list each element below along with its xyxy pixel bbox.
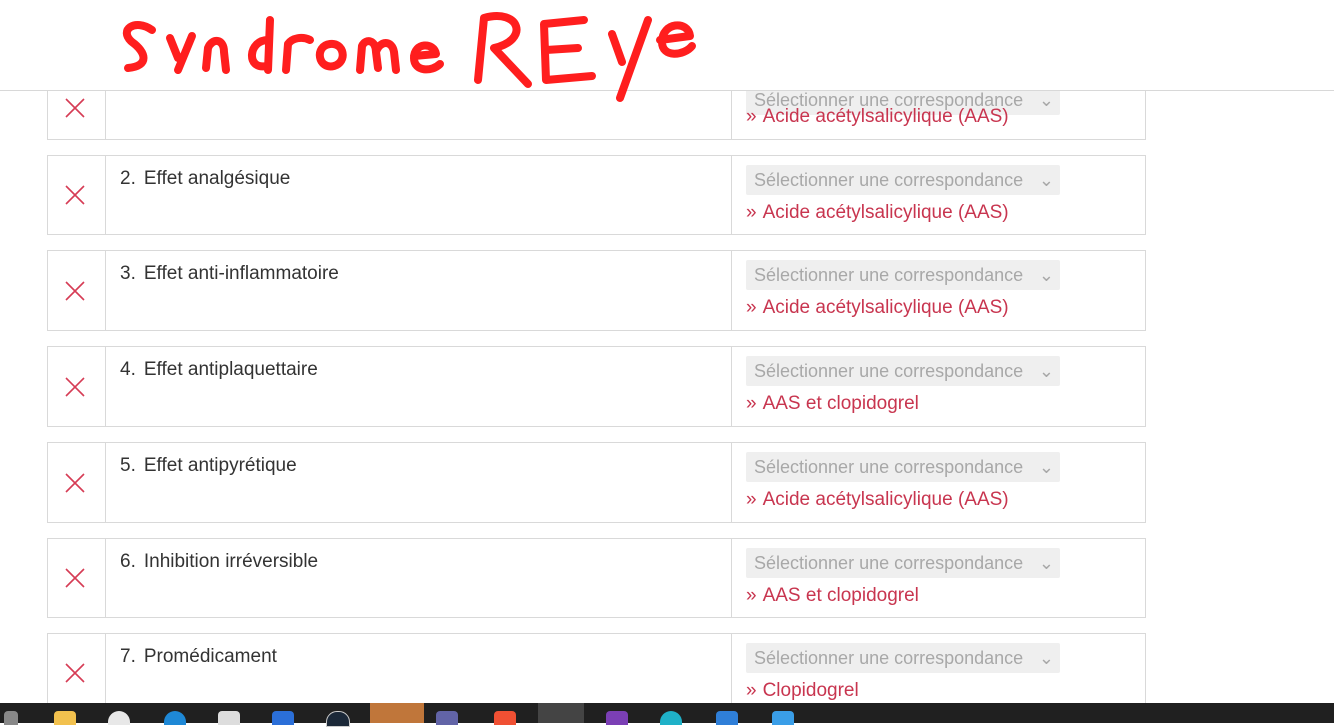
match-row-5: 5. Effet antipyrétique Sélectionner une c… [47, 442, 1146, 523]
chevron-down-icon: ⌄ [1038, 170, 1054, 190]
chevron-down-icon: ⌄ [1038, 265, 1054, 285]
chevron-down-icon: ⌄ [1038, 361, 1054, 381]
chevron-down-icon: ⌄ [1038, 457, 1054, 477]
spotify-icon[interactable] [370, 703, 424, 723]
question-text: 5. Effet antipyrétique [120, 455, 297, 476]
windows-taskbar [0, 703, 1334, 727]
match-select[interactable]: Sélectionner une correspondance ⌄ [746, 356, 1060, 386]
answer-cell: Sélectionner une correspondance ⌄ » Clopid… [731, 634, 1145, 712]
match-select[interactable]: Sélectionner une correspondance ⌄ [746, 452, 1060, 482]
correct-answer: » Clopidogrel [746, 680, 859, 701]
correct-answer: » Acide acétylsalicylique (AAS) [746, 106, 1009, 127]
question-text: 7. Promédicament [120, 646, 277, 667]
match-row-3: 3. Effet anti-inflammatoire Sélectionner … [47, 250, 1146, 331]
double-chevron-icon: » [746, 106, 757, 127]
incorrect-mark [48, 347, 106, 426]
close-icon [65, 472, 85, 493]
incorrect-mark [48, 443, 106, 522]
question-text: 6. Inhibition irréversible [120, 551, 319, 572]
double-chevron-icon: » [746, 585, 757, 606]
answer-cell: Sélectionner une correspondance ⌄ » AAS et… [731, 539, 1145, 617]
close-icon [65, 185, 85, 205]
correct-answer: » Acide acétylsalicylique (AAS) [746, 297, 1009, 318]
double-chevron-icon: » [746, 393, 757, 414]
double-chevron-icon: » [746, 297, 757, 318]
incorrect-mark [48, 156, 106, 234]
answer-cell: Sélectionner une correspondance ⌄ » Acide … [731, 443, 1145, 522]
match-select[interactable]: Sélectionner une correspondance ⌄ [746, 643, 1060, 673]
steam-icon[interactable] [326, 711, 350, 727]
double-chevron-icon: » [746, 202, 757, 223]
powerpoint-icon[interactable] [538, 703, 584, 723]
close-icon [65, 568, 85, 588]
match-select[interactable]: Sélectionner une correspondance ⌄ [746, 260, 1060, 290]
match-row-4: 4. Effet antiplaquettaire Sélectionner un… [47, 346, 1146, 427]
chevron-down-icon: ⌄ [1038, 553, 1054, 573]
double-chevron-icon: » [746, 489, 757, 510]
close-icon [65, 376, 85, 397]
annotation-band [0, 0, 1334, 91]
incorrect-mark [48, 634, 106, 712]
match-row-7: 7. Promédicament Sélectionner une corresp… [47, 633, 1146, 713]
match-select[interactable]: Sélectionner une correspondance ⌄ [746, 548, 1060, 578]
question-text: 2. Effet analgésique [120, 168, 291, 189]
correct-answer: » AAS et clopidogrel [746, 585, 919, 606]
chevron-down-icon: ⌄ [1038, 648, 1054, 668]
answer-cell: Sélectionner une correspondance ⌄ » AAS et… [731, 347, 1145, 426]
answer-cell: Sélectionner une correspondance ⌄ » Acide … [731, 156, 1145, 234]
correct-answer: » Acide acétylsalicylique (AAS) [746, 489, 1009, 510]
question-text: 4. Effet antiplaquettaire [120, 359, 318, 380]
answer-cell: Sélectionner une correspondance ⌄ » Acide … [731, 251, 1145, 330]
close-icon [65, 663, 85, 683]
correct-answer: » Acide acétylsalicylique (AAS) [746, 202, 1009, 223]
incorrect-mark [48, 539, 106, 617]
match-select[interactable]: Sélectionner une correspondance ⌄ [746, 165, 1060, 195]
question-text [120, 88, 128, 110]
match-row-2: 2. Effet analgésique Sélectionner une cor… [47, 155, 1146, 235]
correct-answer: » AAS et clopidogrel [746, 393, 919, 414]
incorrect-mark [48, 251, 106, 330]
match-row-6: 6. Inhibition irréversible Sélectionner u… [47, 538, 1146, 618]
double-chevron-icon: » [746, 680, 757, 701]
question-text: 3. Effet anti-inflammatoire [120, 263, 339, 284]
close-icon [65, 97, 85, 118]
close-icon [65, 280, 85, 301]
